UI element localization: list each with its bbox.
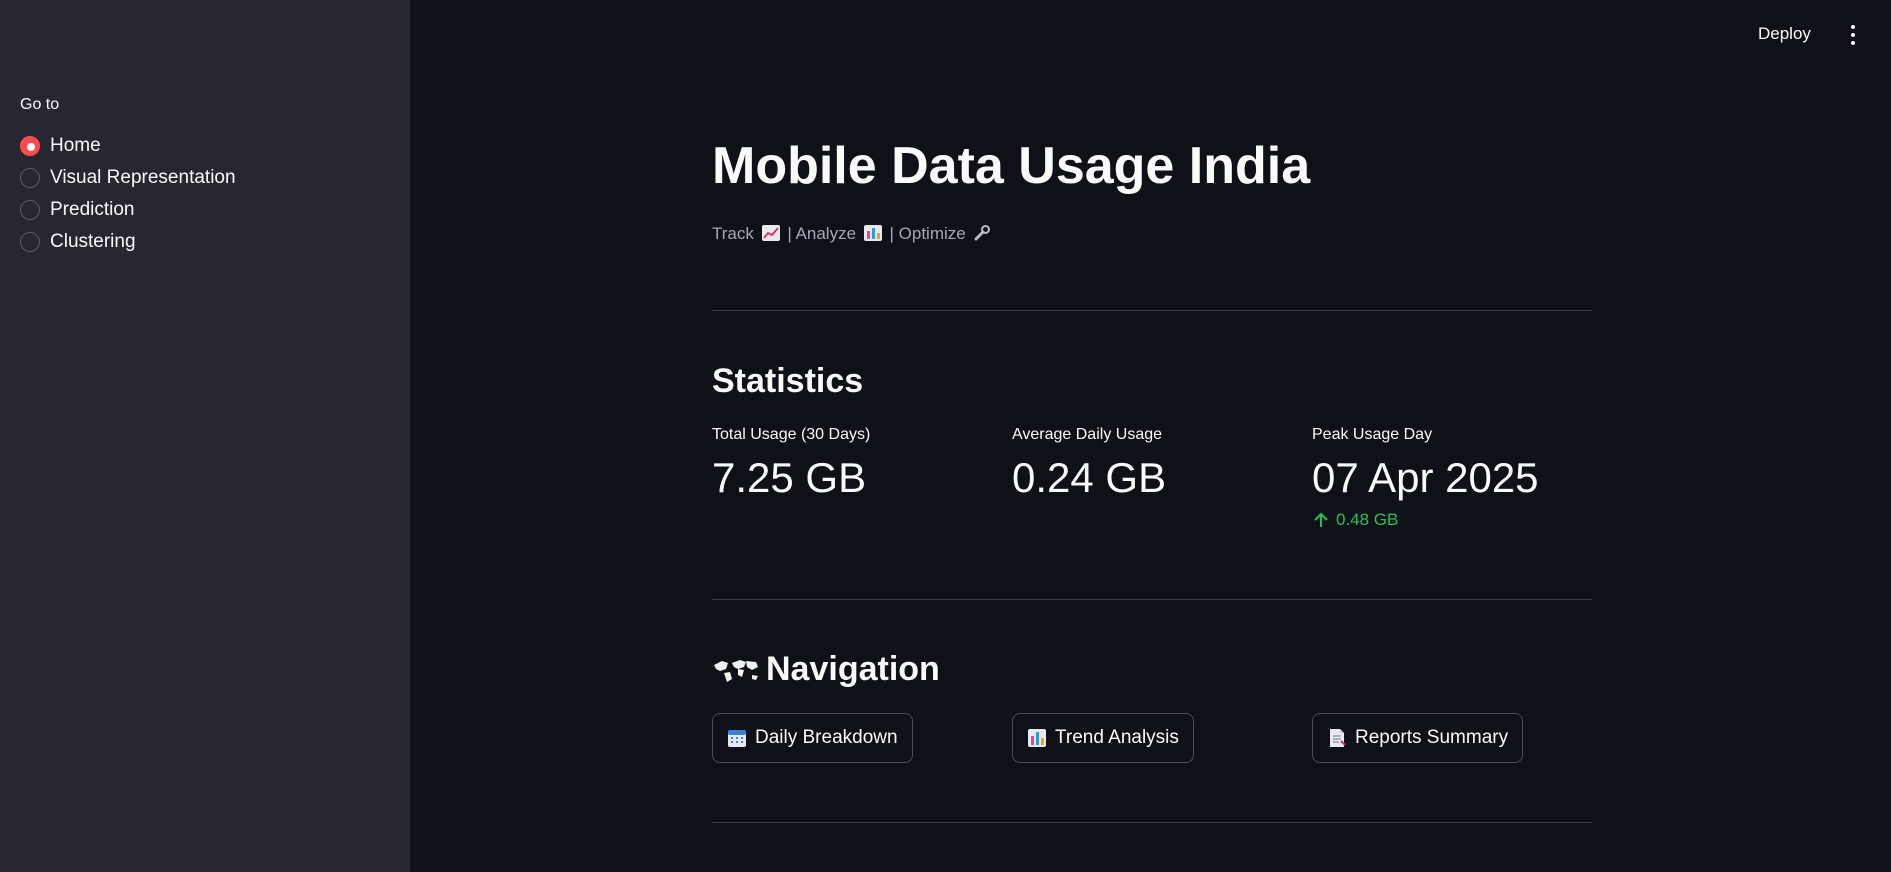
calendar-icon <box>727 728 747 748</box>
chart-increasing-icon <box>761 225 780 241</box>
radio-button[interactable] <box>20 168 40 188</box>
button-label: Daily Breakdown <box>755 727 898 748</box>
sidebar-radio-label: Go to <box>20 96 60 113</box>
radio-option-clustering[interactable]: Clustering <box>20 226 236 258</box>
subtitle-analyze: | Analyze <box>787 224 857 243</box>
metric-delta: 0.48 GB <box>1312 510 1592 530</box>
metric-value: 07 Apr 2025 <box>1312 454 1539 501</box>
daily-breakdown-button[interactable]: Daily Breakdown <box>712 713 913 763</box>
page-subtitle: Track | Analyze | Optimize <box>712 224 994 244</box>
metric-value: 7.25 GB <box>712 454 867 501</box>
page-radio-group: Home Visual Representation Prediction Cl… <box>20 130 236 258</box>
kebab-menu-icon[interactable] <box>1842 20 1864 50</box>
navigation-heading: Navigation <box>712 650 940 689</box>
button-label: Trend Analysis <box>1055 727 1179 748</box>
arrow-up-icon <box>1312 511 1330 529</box>
document-icon <box>1327 728 1347 748</box>
navigation-heading-text: Navigation <box>766 650 940 688</box>
metric-value: 0.24 GB <box>1012 454 1167 501</box>
radio-button[interactable] <box>20 232 40 252</box>
metric-label: Average Daily Usage <box>1012 426 1163 443</box>
divider <box>712 310 1592 311</box>
reports-summary-button[interactable]: Reports Summary <box>1312 713 1524 763</box>
subtitle-track: Track <box>712 224 754 243</box>
radio-label: Clustering <box>50 231 136 252</box>
metric-peak-usage-day: Peak Usage Day 07 Apr 2025 0.48 GB <box>1312 426 1592 530</box>
radio-button[interactable] <box>20 136 40 156</box>
metric-total-usage: Total Usage (30 Days) 7.25 GB <box>712 426 992 502</box>
radio-option-prediction[interactable]: Prediction <box>20 194 236 226</box>
subtitle-optimize: | Optimize <box>889 224 966 243</box>
deploy-button[interactable]: Deploy <box>1752 22 1817 46</box>
sidebar: Go to Home Visual Representation Predict… <box>0 0 410 872</box>
metric-label: Total Usage (30 Days) <box>712 426 871 443</box>
bar-chart-icon <box>1027 728 1047 748</box>
page-title: Mobile Data Usage India <box>712 137 1311 195</box>
metric-average-daily-usage: Average Daily Usage 0.24 GB <box>1012 426 1292 502</box>
radio-label: Prediction <box>50 199 135 220</box>
radio-label: Home <box>50 135 101 156</box>
radio-option-visual-representation[interactable]: Visual Representation <box>20 162 236 194</box>
radio-label: Visual Representation <box>50 167 236 188</box>
statistics-heading: Statistics <box>712 362 864 400</box>
bar-chart-icon <box>863 225 882 241</box>
divider <box>712 822 1592 823</box>
button-label: Reports Summary <box>1355 727 1509 748</box>
wrench-icon <box>973 225 991 241</box>
radio-option-home[interactable]: Home <box>20 130 236 162</box>
world-map-icon <box>712 655 760 685</box>
divider <box>712 599 1592 600</box>
radio-button[interactable] <box>20 200 40 220</box>
metric-label: Peak Usage Day <box>1312 426 1433 443</box>
metric-delta-value: 0.48 GB <box>1336 510 1399 529</box>
trend-analysis-button[interactable]: Trend Analysis <box>1012 713 1194 763</box>
